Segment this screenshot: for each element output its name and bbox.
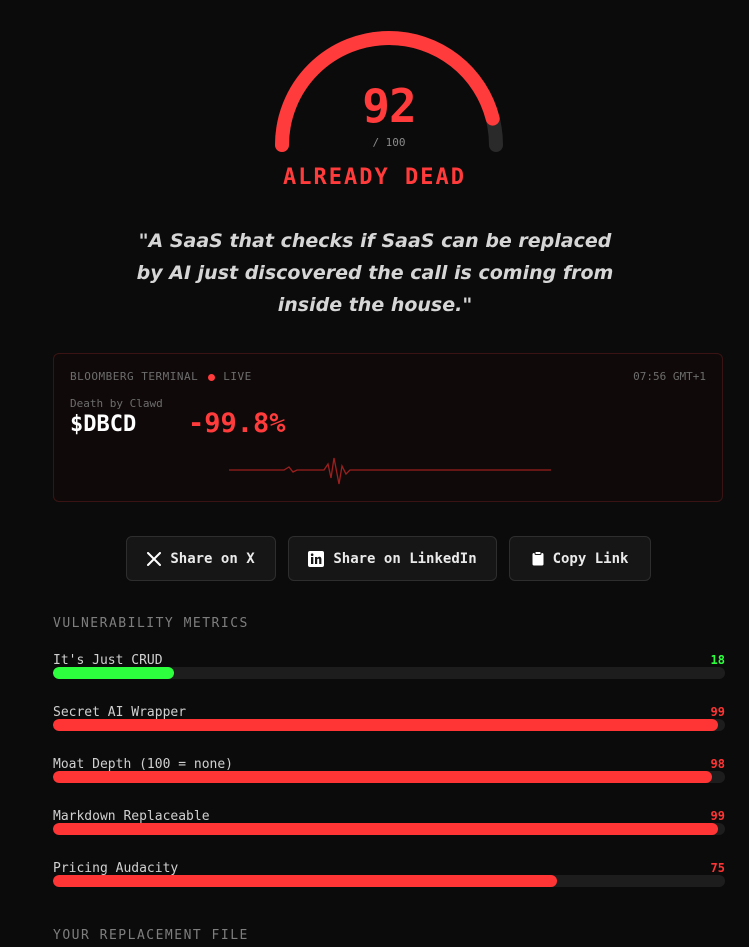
metric-row: Pricing Audacity 75 <box>53 861 725 901</box>
price-change: -99.8% <box>188 408 286 439</box>
metric-row: It's Just CRUD 18 <box>53 653 725 693</box>
terminal-header: BLOOMBERG TERMINAL LIVE <box>70 370 252 383</box>
terminal-title: BLOOMBERG TERMINAL <box>70 370 199 383</box>
metric-bar-track <box>53 823 725 835</box>
metric-bar-fill <box>53 823 719 835</box>
metric-row: Markdown Replaceable 99 <box>53 809 725 849</box>
metric-label: Secret AI Wrapper <box>53 705 187 720</box>
clipboard-icon <box>532 551 544 566</box>
metric-bar-track <box>53 719 725 731</box>
metric-value: 75 <box>710 861 725 875</box>
share-linkedin-button[interactable]: Share on LinkedIn <box>288 536 497 581</box>
metric-bar-fill <box>53 771 712 783</box>
metric-value: 98 <box>710 757 725 771</box>
ticker-symbol: $DBCD <box>70 412 137 437</box>
terminal-time: 07:56 GMT+1 <box>633 370 706 383</box>
company-name: Death by Clawd <box>70 397 163 410</box>
bloomberg-terminal-card: BLOOMBERG TERMINAL LIVE 07:56 GMT+1 Death… <box>53 353 723 502</box>
live-label: LIVE <box>223 370 252 383</box>
metric-bar-track <box>53 667 725 679</box>
metric-label: Markdown Replaceable <box>53 809 210 824</box>
share-linkedin-label: Share on LinkedIn <box>333 550 477 567</box>
metric-label: Pricing Audacity <box>53 861 179 876</box>
copy-link-button[interactable]: Copy Link <box>509 536 651 581</box>
verdict-quote: "A SaaS that checks if SaaS can be repla… <box>136 230 614 316</box>
metric-bar-track <box>53 771 725 783</box>
x-logo-icon <box>147 551 162 566</box>
share-x-button[interactable]: Share on X <box>126 536 276 581</box>
metric-bar-fill <box>53 875 557 887</box>
metric-bar-fill <box>53 719 719 731</box>
heartbeat-line-icon <box>229 457 551 485</box>
linkedin-logo-icon <box>308 550 325 567</box>
metric-bar-fill <box>53 667 174 679</box>
metric-row: Moat Depth (100 = none) 98 <box>53 757 725 797</box>
verdict-label: ALREADY DEAD <box>283 165 466 190</box>
score-value: 92 <box>362 79 416 133</box>
score-gauge: 92 / 100 <box>272 25 506 155</box>
metric-row: Secret AI Wrapper 99 <box>53 705 725 745</box>
metrics-section-title: VULNERABILITY METRICS <box>53 616 249 631</box>
metric-bar-track <box>53 875 725 887</box>
replacement-section-title: YOUR REPLACEMENT FILE <box>53 928 249 943</box>
metric-value: 99 <box>710 705 725 719</box>
metric-label: It's Just CRUD <box>53 653 163 668</box>
live-dot-icon <box>208 373 216 381</box>
metric-label: Moat Depth (100 = none) <box>53 757 234 772</box>
metric-value: 99 <box>710 809 725 823</box>
metric-value: 18 <box>710 653 725 667</box>
share-x-label: Share on X <box>170 550 255 567</box>
copy-link-label: Copy Link <box>552 550 629 567</box>
score-max: / 100 <box>372 136 406 149</box>
